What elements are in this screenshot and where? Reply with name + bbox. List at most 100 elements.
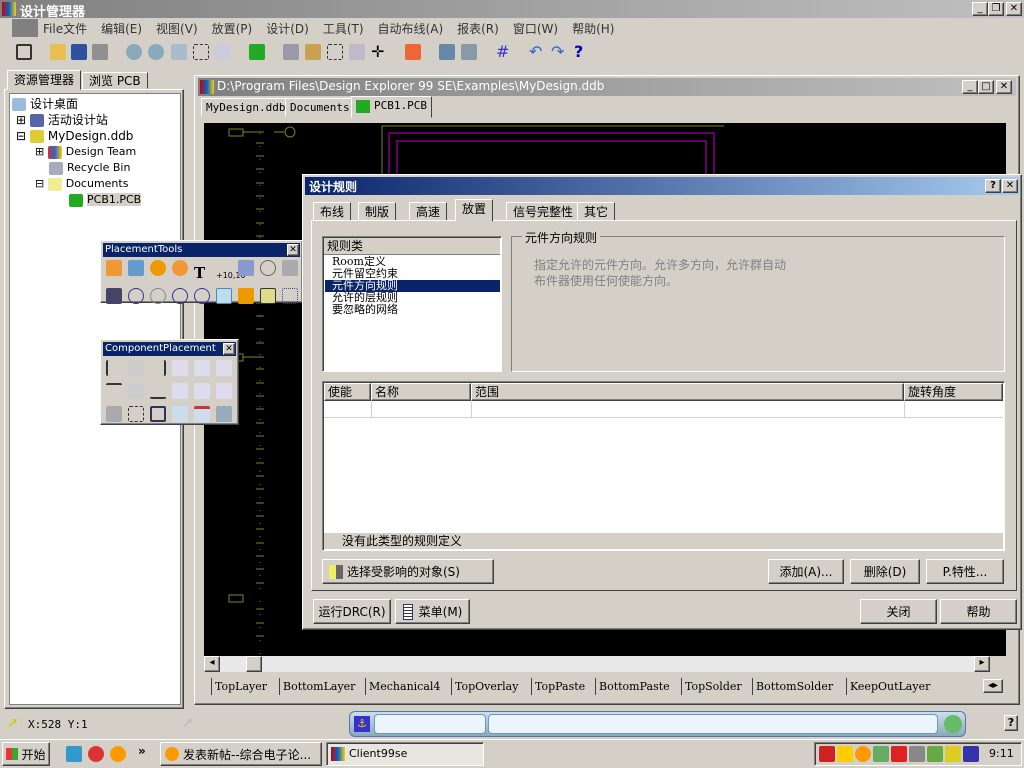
tray-app3-icon[interactable] [945, 746, 961, 762]
polygon-icon[interactable] [238, 288, 254, 304]
ime-dictionary-icon[interactable] [944, 715, 962, 733]
horizontal-scrollbar[interactable]: ◂ ▸ [204, 656, 990, 672]
explorer-toggle-icon[interactable] [16, 44, 32, 60]
palette-close-button[interactable]: ✕ [223, 343, 235, 355]
origin-icon[interactable] [260, 260, 276, 276]
menu-design[interactable]: 设计(D) [266, 22, 309, 36]
menu-reports[interactable]: 报表(R) [457, 22, 499, 36]
layer-tab-topoverlay[interactable]: TopOverlay [451, 678, 521, 695]
browse-library-icon[interactable] [461, 44, 477, 60]
arc-center-icon[interactable] [128, 288, 144, 304]
zoom-out-icon[interactable] [148, 44, 164, 60]
tray-app4-icon[interactable] [963, 746, 979, 762]
dialog-help-button[interactable]: ? [985, 179, 1001, 193]
quicklaunch-chevron[interactable]: » [138, 744, 146, 758]
wand-icon[interactable] [405, 44, 421, 60]
layer-tab-bottomsolder[interactable]: BottomSolder [752, 678, 836, 695]
tab-signal-integrity[interactable]: 信号完整性 [506, 202, 581, 221]
grid-icon[interactable]: # [496, 44, 512, 60]
zoom-selected-icon[interactable] [215, 44, 231, 60]
tree-item[interactable]: 设计桌面 [12, 96, 78, 112]
circle-icon[interactable] [194, 288, 210, 304]
flash-icon[interactable] [891, 746, 907, 762]
menu-autoroute[interactable]: 自动布线(A) [378, 22, 444, 36]
menu-view[interactable]: 视图(V) [156, 22, 198, 36]
interactive-route-icon[interactable] [106, 260, 122, 276]
component-icon[interactable] [106, 288, 122, 304]
column-header-name[interactable]: 名称 [371, 383, 471, 401]
align-left-icon[interactable] [106, 360, 122, 376]
close-button[interactable]: ✕ [1006, 2, 1022, 16]
doc-tab-pcb1[interactable]: PCB1.PCB [351, 96, 432, 118]
doc-tab-mydesign[interactable]: MyDesign.ddb [201, 98, 291, 117]
add-button[interactable]: 添加(A)... [768, 559, 844, 584]
text-icon[interactable]: T [194, 265, 210, 281]
palette-title-bar[interactable]: PlacementTools ✕ [103, 243, 300, 257]
open-icon[interactable] [50, 44, 66, 60]
ie-icon[interactable] [66, 746, 82, 762]
tree-item[interactable]: ⊞ 活动设计站 [16, 112, 108, 128]
properties-button[interactable]: P.特性... [926, 559, 1004, 584]
help-icon[interactable]: ? [574, 44, 590, 60]
doc-maximize-button[interactable]: □ [978, 80, 994, 94]
menu-window[interactable]: 窗口(W) [513, 22, 558, 36]
taskbar-item-forum[interactable]: 发表新帖--综合电子论... [160, 742, 322, 766]
decrease-horizontal-icon[interactable] [216, 360, 232, 376]
table-row[interactable] [324, 402, 1003, 418]
tray-app2-icon[interactable] [927, 746, 943, 762]
network-icon[interactable] [873, 746, 889, 762]
layer-tab-bottomlayer[interactable]: BottomLayer [279, 678, 358, 695]
qq-icon[interactable] [837, 746, 853, 762]
menu-button[interactable]: 菜单(M) [395, 599, 470, 624]
create-union-icon[interactable] [172, 406, 188, 422]
menu-tools[interactable]: 工具(T) [323, 22, 364, 36]
delete-button[interactable]: 删除(D) [850, 559, 920, 584]
close-dialog-button[interactable]: 关闭 [860, 599, 937, 624]
ime-candidate-field[interactable] [488, 714, 938, 734]
help-dialog-button[interactable]: 帮助 [940, 599, 1017, 624]
cut-icon[interactable] [283, 44, 299, 60]
redo-icon[interactable]: ↷ [551, 44, 567, 60]
tab-manufacturing[interactable]: 制版 [358, 202, 397, 221]
select-affected-objects-button[interactable]: 选择受影响的对象(S) [322, 559, 494, 584]
tree-item[interactable]: ⊟ MyDesign.ddb [16, 128, 133, 144]
arrange-rect-icon[interactable] [128, 406, 144, 422]
tree-item[interactable]: PCB1.PCB [69, 192, 142, 208]
decrease-vertical-icon[interactable] [216, 383, 232, 399]
doc-minimize-button[interactable]: _ [962, 80, 978, 94]
space-horizontal-icon[interactable] [172, 360, 188, 376]
layer-tab-topsolder[interactable]: TopSolder [681, 678, 745, 695]
dimension-icon[interactable] [238, 260, 254, 276]
tab-high-speed[interactable]: 高速 [409, 202, 448, 221]
restore-button[interactable]: ❐ [988, 2, 1004, 16]
fill-icon[interactable] [216, 288, 232, 304]
select-icon[interactable] [327, 44, 343, 60]
taskbar-item-client99se[interactable]: Client99se [326, 742, 484, 766]
scroll-left-button[interactable]: ◂ [204, 656, 220, 672]
rule-class-item[interactable]: 要忽略的网络 [325, 304, 500, 316]
library-icon[interactable] [439, 44, 455, 60]
column-header-scope[interactable]: 范围 [471, 383, 904, 401]
print-icon[interactable] [92, 44, 108, 60]
tree-item[interactable]: Recycle Bin [49, 160, 130, 176]
doc-close-button[interactable]: ✕ [996, 80, 1012, 94]
trace-icon[interactable] [128, 260, 144, 276]
tab-browse-pcb[interactable]: 浏览 PCB [82, 72, 148, 89]
tree-item[interactable]: ⊟ Documents [35, 176, 128, 192]
align-top-icon[interactable] [106, 383, 122, 399]
layer-tab-mechanical4[interactable]: Mechanical4 [365, 678, 443, 695]
zoom-in-icon[interactable] [126, 44, 142, 60]
tab-routing[interactable]: 布线 [313, 202, 352, 221]
menu-system-box[interactable] [12, 19, 38, 37]
tab-other[interactable]: 其它 [577, 202, 616, 221]
undo-icon[interactable]: ↶ [529, 44, 545, 60]
palette-close-button[interactable]: ✕ [287, 244, 299, 256]
move-to-grid-icon[interactable] [150, 406, 166, 422]
tab-explorer[interactable]: 资源管理器 [7, 70, 82, 90]
array-paste-icon[interactable] [282, 288, 298, 304]
break-union-icon[interactable] [194, 406, 210, 422]
menu-file[interactable]: File文件 [43, 22, 87, 36]
column-header-rotation[interactable]: 旋转角度 [904, 383, 1003, 401]
tray-app-icon[interactable] [909, 746, 925, 762]
firefox-icon[interactable] [110, 746, 126, 762]
